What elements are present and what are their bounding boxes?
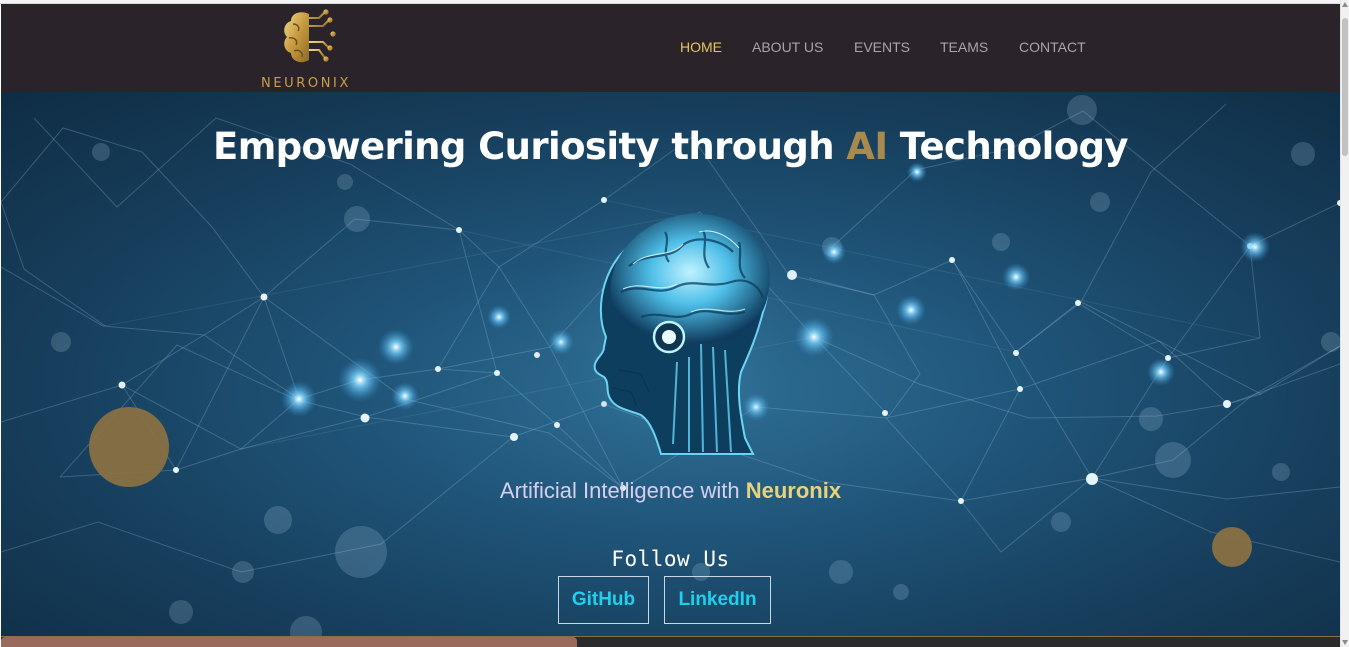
hero-title-accent: AI xyxy=(846,125,888,168)
follow-us-heading: Follow Us xyxy=(611,547,730,571)
scrollbar-thumb[interactable] xyxy=(1342,18,1348,156)
nav-teams-link[interactable]: TEAMS xyxy=(940,39,988,55)
navbar: NEURONIX HOME ABOUT US EVENTS TEAMS CONT… xyxy=(1,4,1340,92)
ai-brain-head-illustration xyxy=(521,182,821,482)
hero-subtitle-brand: Neuronix xyxy=(745,478,842,503)
nav-about-us-link[interactable]: ABOUT US xyxy=(752,39,823,55)
hero-title: Empowering Curiosity through AI Technolo… xyxy=(1,125,1340,168)
github-button[interactable]: GitHub xyxy=(558,576,649,624)
hero-title-end: Technology xyxy=(887,125,1129,168)
next-section-card-edge xyxy=(1,637,577,647)
logo-wordmark: NEURONIX xyxy=(261,76,351,91)
scroll-down-arrow-icon[interactable] xyxy=(1342,640,1348,645)
hero-subtitle: Artificial Intelligence with Neuronix xyxy=(1,478,1340,504)
hero-subtitle-text: Artificial Intelligence with xyxy=(499,478,746,503)
nav-home-link[interactable]: HOME xyxy=(680,39,722,55)
nav-menu: HOME ABOUT US EVENTS TEAMS CONTACT xyxy=(1,39,1340,59)
hero-title-start: Empowering Curiosity through xyxy=(213,125,847,168)
decorative-gold-circle-large xyxy=(89,407,169,487)
nav-events-link[interactable]: EVENTS xyxy=(854,39,910,55)
nav-contact-link[interactable]: CONTACT xyxy=(1019,39,1086,55)
page-scrollbar[interactable] xyxy=(1340,0,1349,647)
scroll-up-arrow-icon[interactable] xyxy=(1342,2,1348,7)
hero-section: Empowering Curiosity through AI Technolo… xyxy=(1,92,1340,636)
linkedin-button[interactable]: LinkedIn xyxy=(664,576,771,624)
